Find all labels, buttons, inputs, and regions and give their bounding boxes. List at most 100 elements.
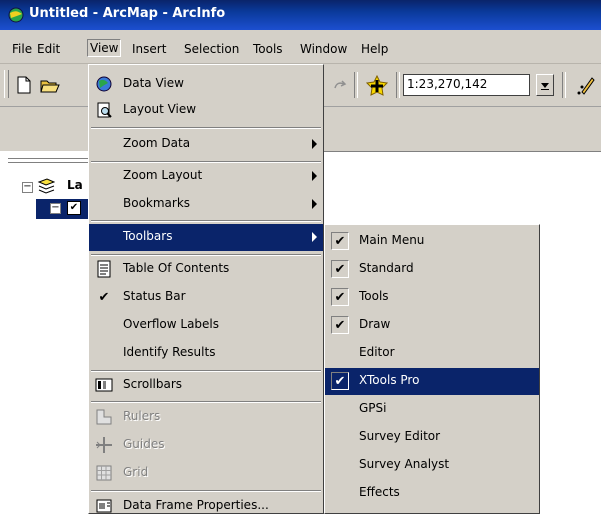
toolbar-item-tools[interactable]: ✔ Tools [325,284,539,311]
menu-item-bookmarks[interactable]: Bookmarks [89,191,323,218]
toolbar-item-gpsi[interactable]: GPSi [325,396,539,423]
menu-item-zoom-layout[interactable]: Zoom Layout [89,163,323,190]
checkmark-icon: ✔ [331,288,349,306]
layers-icon [37,178,55,194]
menu-item-label: Tools [359,289,389,303]
menu-view[interactable]: View [87,39,122,57]
menu-item-grid[interactable]: Grid [89,460,323,487]
toolbar-separator [562,72,566,98]
submenu-arrow-icon [312,232,317,242]
add-data-icon[interactable] [366,75,388,97]
menu-item-label: Zoom Layout [123,168,203,182]
toolbar-item-main-menu[interactable]: ✔ Main Menu [325,228,539,255]
menu-item-label: Layout View [123,102,197,116]
menu-item-label: Rulers [123,409,161,423]
menu-item-data-frame-properties[interactable]: Data Frame Properties... [89,493,323,520]
menu-item-label: Scrollbars [123,377,183,391]
checkmark-icon: ✔ [331,372,349,390]
guides-icon [96,437,112,453]
menu-item-table-of-contents[interactable]: Table Of Contents [89,256,323,283]
globe-icon [96,76,112,92]
checkmark-icon: ✔ [331,232,349,250]
new-document-icon[interactable] [16,76,32,94]
menu-item-label: Survey Editor [359,429,441,443]
toolbars-submenu: ✔ Main Menu ✔ Standard ✔ Tools ✔ Draw Ed… [324,224,540,514]
menu-separator [91,220,321,222]
menu-item-zoom-data[interactable]: Zoom Data [89,131,323,158]
menu-file[interactable]: File [12,42,32,56]
menu-item-toolbars[interactable]: Toolbars [89,224,323,251]
data-frame-properties-icon [96,499,112,513]
menu-item-scrollbars[interactable]: Scrollbars [89,372,323,399]
menu-item-label: Table Of Contents [123,261,230,275]
arcmap-globe-icon [8,7,24,23]
menu-item-label: Identify Results [123,345,216,359]
checkmark-icon: ✔ [331,260,349,278]
submenu-arrow-icon [312,199,317,209]
menu-insert[interactable]: Insert [132,42,166,56]
toolbar-item-draw[interactable]: ✔ Draw [325,312,539,339]
scrollbars-icon [95,378,113,392]
menu-edit[interactable]: Edit [37,42,60,56]
toc-grip[interactable] [8,158,88,163]
chevron-down-icon [541,83,549,88]
toolbar-item-effects[interactable]: Effects [325,480,539,507]
menu-item-status-bar[interactable]: ✔ Status Bar [89,284,323,311]
expand-collapse-icon[interactable]: − [50,203,61,214]
menu-item-label: Status Bar [123,289,186,303]
window-title: Untitled - ArcMap - ArcInfo [29,6,226,21]
menu-item-overflow-labels[interactable]: Overflow Labels [89,312,323,339]
menu-item-label: Zoom Data [123,136,191,150]
toolbar-item-editor[interactable]: Editor [325,340,539,367]
toolbar-grip[interactable] [4,70,9,98]
open-folder-icon[interactable] [40,76,60,94]
page-magnifier-icon [97,102,112,118]
menu-item-label: Bookmarks [123,196,191,210]
menu-item-label: Survey Analyst [359,457,450,471]
submenu-arrow-icon [312,139,317,149]
menu-separator [91,490,321,492]
menu-separator [91,401,321,403]
layer-visibility-checkbox[interactable]: ✔ [67,201,81,215]
menu-item-guides[interactable]: Guides [89,432,323,459]
scale-dropdown-button[interactable] [536,74,554,96]
menu-item-label: Draw [359,317,391,331]
toolbar-item-xtools-pro[interactable]: ✔ XTools Pro [325,368,539,395]
menu-item-label: Effects [359,485,400,499]
menu-item-label: Overflow Labels [123,317,220,331]
toc-selected-row[interactable] [36,199,90,219]
checkmark-icon: ✔ [98,289,110,305]
grid-icon [96,465,112,481]
menu-item-label: Data Frame Properties... [123,498,269,512]
toolbar-item-survey-editor[interactable]: Survey Editor [325,424,539,451]
editor-pencil-icon[interactable] [576,74,596,96]
toolbar-item-survey-analyst[interactable]: Survey Analyst [325,452,539,479]
toolbar-item-standard[interactable]: ✔ Standard [325,256,539,283]
checkmark-icon: ✔ [331,316,349,334]
menu-tools[interactable]: Tools [253,42,283,56]
menu-item-label: Data View [123,76,184,90]
menu-separator [91,127,321,129]
toolbar-separator [354,72,358,98]
menu-window[interactable]: Window [300,42,347,56]
menu-item-layout-view[interactable]: Layout View [89,97,323,124]
menu-item-label: GPSi [359,401,387,415]
menu-item-label: Editor [359,345,395,359]
map-scale-input[interactable]: 1:23,270,142 [403,74,530,96]
menu-item-label: XTools Pro [359,373,420,387]
menu-item-label: Main Menu [359,233,425,247]
data-frame-label[interactable]: La [67,178,83,192]
submenu-arrow-icon [312,171,317,181]
toolbar-separator [396,72,400,98]
menu-item-data-view[interactable]: Data View [89,71,323,98]
menu-item-label: Guides [123,437,165,451]
view-menu: Data View Layout View Zoom Data Zoom Lay… [88,64,324,514]
rulers-icon [96,409,112,425]
menu-item-identify-results[interactable]: Identify Results [89,340,323,367]
menu-help[interactable]: Help [361,42,388,56]
redo-icon[interactable] [332,78,348,92]
menu-item-label: Toolbars [123,229,173,243]
expand-collapse-icon[interactable]: − [22,182,33,193]
menu-item-rulers[interactable]: Rulers [89,404,323,431]
menu-selection[interactable]: Selection [184,42,239,56]
